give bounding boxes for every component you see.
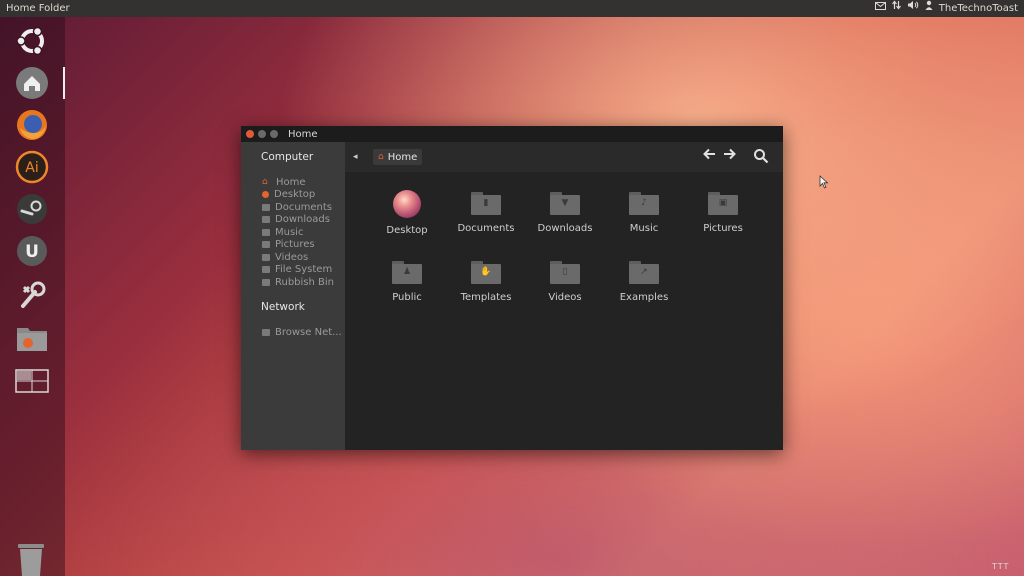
file-label: Music (629, 223, 659, 234)
sidebar-item-downloads[interactable]: Downloads (262, 214, 330, 226)
app-title: Home Folder (6, 3, 70, 14)
sidebar-item-rubbish-bin[interactable]: Rubbish Bin (262, 276, 334, 288)
close-button[interactable] (246, 130, 254, 138)
sidebar-item-label: Desktop (274, 189, 316, 200)
files-folder-icon[interactable] (12, 319, 52, 359)
user-name[interactable]: TheTechnoToast (939, 3, 1018, 14)
videos-folder-icon (262, 253, 270, 261)
file-item-public[interactable]: ♟ Public (371, 259, 443, 303)
file-item-pictures[interactable]: ▣ Pictures (687, 190, 759, 234)
sidebar-item-label: Music (275, 226, 304, 238)
file-manager-window: Home Computer ⌂ Home Desktop Documents D… (241, 126, 783, 450)
breadcrumb[interactable]: ⌂ Home (373, 149, 423, 165)
sidebar-toggle-button[interactable]: ◂ (353, 152, 358, 162)
sidebar: Computer ⌂ Home Desktop Documents Downlo… (241, 142, 345, 450)
user-icon[interactable] (925, 0, 933, 17)
maximize-button[interactable] (270, 130, 278, 138)
sidebar-heading-network: Network (261, 301, 305, 313)
file-item-examples[interactable]: ↗ Examples (608, 259, 680, 303)
sidebar-item-label: Browse Net... (275, 326, 342, 338)
home-folder-icon[interactable] (12, 63, 52, 103)
illustrator-label: Ai (25, 160, 38, 176)
sidebar-item-label: File System (275, 264, 333, 275)
workspace-switcher-icon[interactable] (12, 361, 52, 401)
sidebar-item-desktop[interactable]: Desktop (262, 189, 315, 201)
sidebar-item-label: Documents (275, 201, 333, 213)
desktop-icon (393, 190, 421, 218)
launcher: Ai U (0, 17, 65, 576)
system-settings-icon[interactable] (12, 275, 52, 315)
volume-icon[interactable] (907, 0, 919, 17)
active-window-indicator (63, 67, 65, 99)
file-label: Desktop (386, 225, 428, 236)
pictures-folder-icon: ▣ (708, 190, 738, 216)
file-label: Pictures (703, 223, 743, 234)
home-icon: ⌂ (262, 176, 268, 187)
top-panel: Home Folder TheTechnoToast (0, 0, 1024, 17)
forward-button[interactable] (723, 148, 736, 164)
ubuntu-one-label: U (25, 242, 39, 262)
music-folder-icon: ♪ (629, 190, 659, 216)
downloads-folder-icon (262, 216, 270, 223)
file-label: Videos (548, 292, 582, 303)
file-label: Public (392, 292, 422, 303)
mouse-cursor-icon (819, 174, 830, 193)
music-folder-icon (262, 228, 270, 236)
sidebar-item-pictures[interactable]: Pictures (262, 239, 315, 251)
file-item-templates[interactable]: ✋ Templates (450, 259, 522, 303)
documents-folder-icon (262, 203, 270, 211)
sidebar-item-documents[interactable]: Documents (262, 201, 332, 213)
examples-folder-icon: ↗ (629, 259, 659, 285)
file-item-music[interactable]: ♪ Music (608, 190, 680, 234)
trash-icon (262, 278, 270, 286)
pictures-folder-icon (262, 241, 270, 248)
sidebar-item-label: Rubbish Bin (275, 276, 335, 288)
system-tray: TheTechnoToast (874, 0, 1018, 17)
sidebar-item-file-system[interactable]: File System (262, 264, 332, 276)
file-item-documents[interactable]: ▮ Documents (450, 190, 522, 234)
sidebar-item-home[interactable]: ⌂ Home (262, 176, 306, 188)
search-icon[interactable] (753, 148, 771, 166)
ubuntu-one-icon[interactable]: U (12, 231, 52, 271)
public-folder-icon: ♟ (392, 259, 422, 285)
trash-icon[interactable] (15, 542, 47, 576)
steam-icon[interactable] (12, 189, 52, 229)
sidebar-item-browse-network[interactable]: Browse Net... (262, 326, 342, 338)
documents-folder-icon: ▮ (471, 190, 501, 216)
network-folder-icon (262, 328, 270, 336)
firefox-icon[interactable] (12, 105, 52, 145)
file-item-desktop[interactable]: Desktop (371, 190, 443, 236)
sidebar-item-videos[interactable]: Videos (262, 251, 308, 263)
sidebar-item-label: Pictures (275, 239, 315, 250)
templates-folder-icon: ✋ (471, 259, 501, 285)
file-item-downloads[interactable]: ▼ Downloads (529, 190, 601, 234)
breadcrumb-label: Home (387, 151, 418, 163)
desktop-icon (262, 191, 269, 198)
downloads-folder-icon: ▼ (550, 190, 580, 216)
sidebar-item-label: Downloads (275, 214, 330, 225)
minimize-button[interactable] (258, 130, 266, 138)
network-icon[interactable] (891, 0, 901, 17)
ubuntu-logo-icon[interactable] (12, 21, 52, 61)
title-bar: Home (241, 126, 783, 142)
file-label: Templates (460, 292, 512, 303)
file-label: Downloads (537, 223, 593, 234)
illustrator-icon[interactable]: Ai (12, 147, 52, 187)
file-item-videos[interactable]: ▯ Videos (529, 259, 601, 303)
drive-icon (262, 266, 270, 273)
window-title: Home (288, 128, 318, 140)
videos-folder-icon: ▯ (550, 259, 580, 285)
sidebar-item-label: Home (276, 176, 306, 188)
back-button[interactable] (703, 148, 716, 164)
sidebar-item-music[interactable]: Music (262, 226, 303, 238)
sidebar-item-label: Videos (275, 251, 309, 263)
toolbar: ◂ ⌂ Home (345, 142, 783, 172)
watermark: TTT (992, 562, 1010, 571)
file-label: Documents (457, 223, 515, 234)
file-grid: Desktop ▮ Documents ▼ Downloads ♪ Music … (345, 172, 783, 450)
sidebar-heading-computer: Computer (261, 151, 314, 163)
home-icon: ⌂ (378, 152, 384, 162)
mail-icon[interactable] (874, 0, 886, 17)
file-label: Examples (619, 292, 669, 303)
